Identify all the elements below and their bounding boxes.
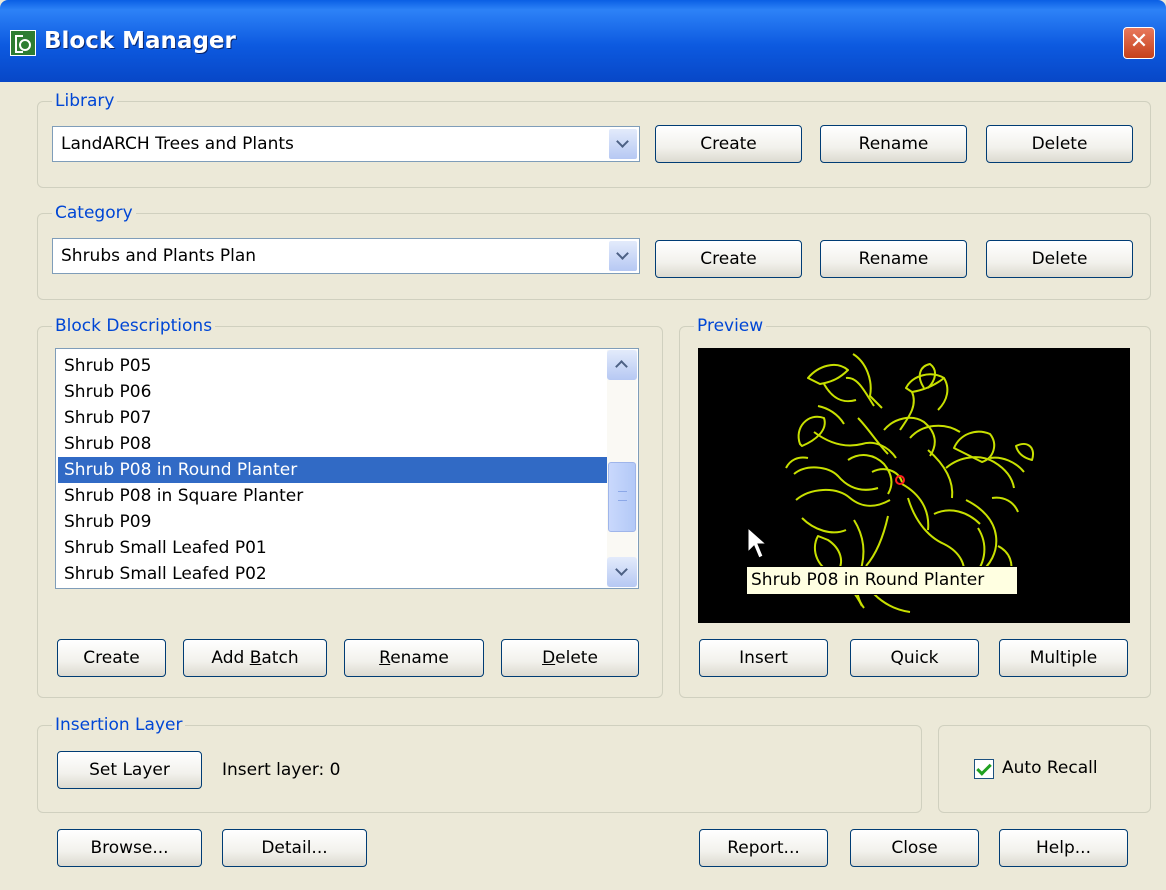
quick-button[interactable]: Quick [850, 639, 979, 677]
close-window-button[interactable]: ✕ [1123, 27, 1155, 59]
set-layer-button[interactable]: Set Layer [57, 751, 202, 789]
help-button[interactable]: Help... [999, 829, 1128, 867]
category-selected-value: Shrubs and Plants Plan [61, 246, 257, 266]
close-button[interactable]: Close [850, 829, 979, 867]
library-dropdown[interactable]: LandARCH Trees and Plants [52, 126, 640, 162]
list-item[interactable]: Shrub P08 in Square Planter [62, 483, 303, 509]
list-scrollbar[interactable] [607, 350, 637, 587]
list-item[interactable]: Shrub P06 [62, 379, 151, 405]
auto-recall-checkbox[interactable] [974, 759, 994, 779]
auto-recall-label[interactable]: Auto Recall [1002, 758, 1098, 778]
chevron-down-icon[interactable] [609, 129, 637, 159]
list-item[interactable]: Shrub P05 [62, 353, 151, 379]
insertion-layer-label: Insertion Layer [52, 714, 186, 736]
library-rename-button[interactable]: Rename [820, 125, 967, 163]
category-label: Category [52, 202, 136, 224]
detail-button[interactable]: Detail... [222, 829, 367, 867]
preview-tooltip: Shrub P08 in Round Planter [746, 566, 1018, 595]
window-title: Block Manager [44, 28, 236, 54]
chevron-down-icon[interactable] [609, 241, 637, 271]
insert-button[interactable]: Insert [699, 639, 828, 677]
block-rename-button[interactable]: Rename [344, 639, 484, 677]
block-delete-button[interactable]: Delete [501, 639, 639, 677]
block-descriptions-label: Block Descriptions [52, 315, 216, 337]
library-create-button[interactable]: Create [655, 125, 802, 163]
list-item[interactable]: Shrub Small Leafed P01 [62, 535, 267, 561]
category-create-button[interactable]: Create [655, 240, 802, 278]
report-button[interactable]: Report... [699, 829, 828, 867]
block-list[interactable]: Shrub P05 Shrub P06 Shrub P07 Shrub P08 … [55, 348, 639, 589]
library-delete-button[interactable]: Delete [986, 125, 1133, 163]
preview-label: Preview [694, 315, 767, 337]
delete-label: Delete [542, 648, 598, 668]
scroll-down-icon[interactable] [607, 557, 637, 587]
mouse-cursor-icon [747, 526, 768, 559]
library-label: Library [52, 90, 118, 112]
scroll-thumb[interactable] [608, 462, 636, 532]
add-batch-button[interactable]: Add Batch [183, 639, 327, 677]
block-create-button[interactable]: Create [57, 639, 166, 677]
browse-button[interactable]: Browse... [57, 829, 202, 867]
list-item[interactable]: Shrub P09 [62, 509, 151, 535]
add-batch-label: Add Batch [211, 648, 299, 668]
category-delete-button[interactable]: Delete [986, 240, 1133, 278]
category-dropdown[interactable]: Shrubs and Plants Plan [52, 238, 640, 274]
rename-label: Rename [379, 648, 449, 668]
title-bar[interactable]: Block Manager ✕ [0, 0, 1166, 82]
library-selected-value: LandARCH Trees and Plants [61, 134, 294, 154]
list-item[interactable]: Shrub P07 [62, 405, 151, 431]
list-item-selected[interactable]: Shrub P08 in Round Planter [58, 457, 610, 483]
category-rename-button[interactable]: Rename [820, 240, 967, 278]
app-icon [10, 30, 36, 56]
multiple-button[interactable]: Multiple [999, 639, 1128, 677]
list-item[interactable]: Shrub P08 [62, 431, 151, 457]
insert-layer-text: Insert layer: 0 [222, 760, 341, 780]
list-item[interactable]: Shrub Small Leafed P02 [62, 561, 267, 587]
scroll-up-icon[interactable] [607, 350, 637, 380]
